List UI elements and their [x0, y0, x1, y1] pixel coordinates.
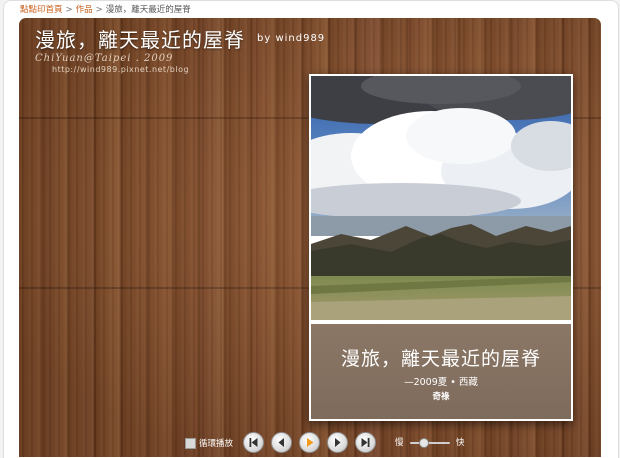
last-icon: [361, 438, 370, 447]
breadcrumb-separator: >: [65, 5, 73, 15]
speed-slider-thumb[interactable]: [419, 438, 429, 448]
breadcrumb-home-link[interactable]: 點點印首頁: [20, 5, 63, 15]
loop-checkbox[interactable]: [185, 438, 196, 449]
next-icon: [335, 438, 341, 447]
album-title: 漫旅，離天最近的屋脊: [340, 348, 541, 370]
album-author: 奇祿: [432, 392, 450, 402]
previous-icon: [278, 438, 284, 447]
play-button[interactable]: [299, 432, 320, 453]
speed-slow-label: 慢: [395, 438, 404, 448]
page-title: 漫旅，離天最近的屋脊: [35, 28, 245, 52]
breadcrumb-separator: >: [95, 5, 103, 15]
watermark-url: http://wind989.pixnet.net/blog: [52, 65, 190, 74]
next-button[interactable]: [327, 432, 348, 453]
first-icon: [249, 438, 258, 447]
play-icon: [307, 438, 314, 447]
album-cover[interactable]: 漫旅，離天最近的屋脊 —2009夏 • 西藏 奇祿: [309, 74, 573, 421]
loop-label: 循環播放: [199, 439, 234, 449]
album-viewer: 漫旅，離天最近的屋脊 by wind989 ChiYuan@Taipei . 2…: [19, 18, 601, 457]
watermark-text: ChiYuan@Taipei . 2009: [35, 53, 174, 64]
breadcrumb-current: 漫旅，離天最近的屋脊: [105, 5, 191, 15]
speed-slider[interactable]: [410, 442, 450, 444]
landscape-photo: [311, 76, 571, 320]
album-caption: 漫旅，離天最近的屋脊 —2009夏 • 西藏 奇祿: [311, 324, 571, 419]
speed-fast-label: 快: [456, 438, 465, 448]
playback-controls: 循環播放 慢 快: [19, 430, 601, 457]
cover-photo: [311, 76, 571, 320]
previous-button[interactable]: [271, 432, 292, 453]
author-byline: by wind989: [257, 33, 326, 44]
breadcrumb: 點點印首頁 > 作品 > 漫旅，離天最近的屋脊: [20, 4, 191, 16]
first-button[interactable]: [243, 432, 264, 453]
breadcrumb-works-link[interactable]: 作品: [76, 5, 93, 15]
last-button[interactable]: [355, 432, 376, 453]
album-subtitle: —2009夏 • 西藏: [404, 377, 478, 388]
